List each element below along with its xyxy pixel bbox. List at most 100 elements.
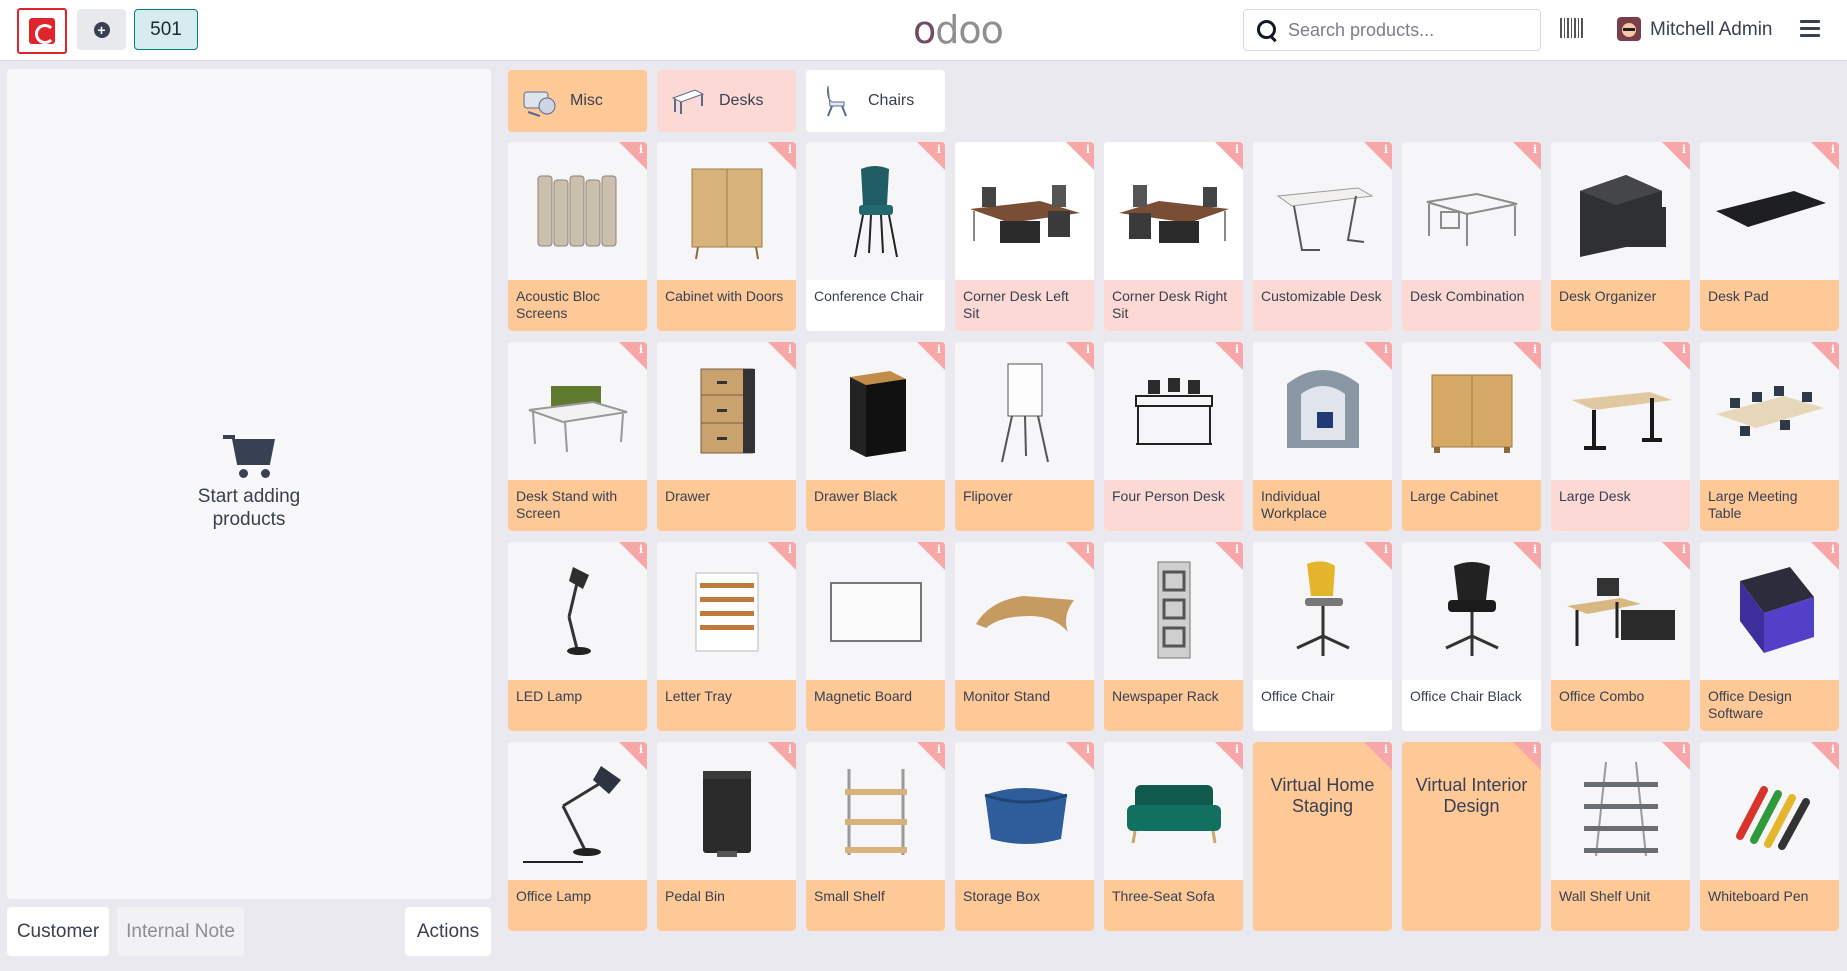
category-desks[interactable]: Desks <box>657 70 796 132</box>
info-icon[interactable]: i <box>1682 543 1686 556</box>
product-card[interactable]: Pedal Bin i <box>657 742 796 931</box>
product-card[interactable]: Four Person Desk i <box>1104 342 1243 531</box>
info-icon[interactable]: i <box>639 743 643 756</box>
product-card[interactable]: Cabinet with Doors i <box>657 142 796 331</box>
info-icon[interactable]: i <box>639 543 643 556</box>
product-card[interactable]: Drawer Black i <box>806 342 945 531</box>
avatar[interactable] <box>1617 17 1641 41</box>
product-card[interactable]: Virtual Home Staging i <box>1253 742 1392 931</box>
product-name: Desk Organizer <box>1551 280 1690 331</box>
internal-note-button[interactable]: Internal Note <box>117 907 244 956</box>
info-icon[interactable]: i <box>788 743 792 756</box>
product-card[interactable]: Three-Seat Sofa i <box>1104 742 1243 931</box>
product-card[interactable]: Individual Workplace i <box>1253 342 1392 531</box>
user-name[interactable]: Mitchell Admin <box>1650 19 1773 41</box>
info-icon[interactable]: i <box>1086 543 1090 556</box>
info-icon[interactable]: i <box>1235 343 1239 356</box>
product-name: Office Design Software <box>1700 680 1839 731</box>
product-card[interactable]: Customizable Desk i <box>1253 142 1392 331</box>
product-card[interactable]: Letter Tray i <box>657 542 796 731</box>
product-card[interactable]: Drawer i <box>657 342 796 531</box>
product-search[interactable] <box>1243 9 1541 51</box>
product-card[interactable]: Storage Box i <box>955 742 1094 931</box>
info-icon[interactable]: i <box>1384 343 1388 356</box>
info-icon[interactable]: i <box>937 743 941 756</box>
info-icon[interactable]: i <box>1384 743 1388 756</box>
product-card[interactable]: LED Lamp i <box>508 542 647 731</box>
info-icon[interactable]: i <box>788 543 792 556</box>
info-icon[interactable]: i <box>1235 743 1239 756</box>
info-icon[interactable]: i <box>1235 143 1239 156</box>
product-card[interactable]: Magnetic Board i <box>806 542 945 731</box>
product-card[interactable]: Office Chair i <box>1253 542 1392 731</box>
cart-icon <box>223 433 275 479</box>
info-icon[interactable]: i <box>1831 143 1835 156</box>
product-card[interactable]: Whiteboard Pen i <box>1700 742 1839 931</box>
product-card[interactable]: Large Desk i <box>1551 342 1690 531</box>
product-card[interactable]: Office Combo i <box>1551 542 1690 731</box>
product-card[interactable]: Virtual Interior Design i <box>1402 742 1541 931</box>
info-icon[interactable]: i <box>1682 743 1686 756</box>
product-card[interactable]: Wall Shelf Unit i <box>1551 742 1690 931</box>
category-misc[interactable]: Misc <box>508 70 647 132</box>
product-card[interactable]: Conference Chair i <box>806 142 945 331</box>
product-card[interactable]: Desk Stand with Screen i <box>508 342 647 531</box>
product-name: Magnetic Board <box>806 680 945 731</box>
product-card[interactable]: Desk Combination i <box>1402 142 1541 331</box>
office-chair-black-icon <box>1444 562 1499 656</box>
info-icon[interactable]: i <box>1533 343 1537 356</box>
menu-icon[interactable] <box>1800 20 1820 38</box>
info-icon[interactable]: i <box>1831 543 1835 556</box>
product-card[interactable]: Desk Pad i <box>1700 142 1839 331</box>
product-card[interactable]: Office Lamp i <box>508 742 647 931</box>
product-name: Virtual Home Staging <box>1270 775 1375 816</box>
customer-button[interactable]: Customer <box>7 907 109 956</box>
stand-icon <box>975 596 1074 632</box>
product-card[interactable]: Flipover i <box>955 342 1094 531</box>
search-input[interactable] <box>1288 19 1528 41</box>
product-card[interactable]: Newspaper Rack i <box>1104 542 1243 731</box>
info-icon[interactable]: i <box>1384 543 1388 556</box>
product-card[interactable]: Small Shelf i <box>806 742 945 931</box>
info-icon[interactable]: i <box>1533 743 1537 756</box>
new-order-button[interactable]: + <box>77 9 126 50</box>
info-icon[interactable]: i <box>639 343 643 356</box>
barcode-icon[interactable] <box>1560 18 1585 38</box>
product-name: Office Chair Black <box>1402 680 1541 731</box>
rack-icon <box>1157 561 1190 659</box>
pos-logo-button[interactable] <box>17 8 67 54</box>
info-icon[interactable]: i <box>1235 543 1239 556</box>
order-tab[interactable]: 501 <box>134 9 198 50</box>
info-icon[interactable]: i <box>937 143 941 156</box>
info-icon[interactable]: i <box>1533 143 1537 156</box>
category-chairs[interactable]: Chairs <box>806 70 945 132</box>
info-icon[interactable]: i <box>1533 543 1537 556</box>
info-icon[interactable]: i <box>788 143 792 156</box>
product-name: Individual Workplace <box>1253 480 1392 531</box>
product-card[interactable]: Large Meeting Table i <box>1700 342 1839 531</box>
meeting-table-icon <box>1715 386 1824 436</box>
info-icon[interactable]: i <box>1682 143 1686 156</box>
product-card[interactable]: Office Chair Black i <box>1402 542 1541 731</box>
info-icon[interactable]: i <box>1682 343 1686 356</box>
large-cabinet-icon <box>1431 374 1512 453</box>
info-icon[interactable]: i <box>1086 743 1090 756</box>
info-icon[interactable]: i <box>639 143 643 156</box>
product-card[interactable]: Acoustic Bloc Screens i <box>508 142 647 331</box>
plus-icon: + <box>93 21 110 38</box>
info-icon[interactable]: i <box>1831 743 1835 756</box>
info-icon[interactable]: i <box>1831 343 1835 356</box>
actions-button[interactable]: Actions <box>405 907 491 956</box>
info-icon[interactable]: i <box>1086 343 1090 356</box>
product-card[interactable]: Corner Desk Right Sit i <box>1104 142 1243 331</box>
product-card[interactable]: Desk Organizer i <box>1551 142 1690 331</box>
info-icon[interactable]: i <box>937 343 941 356</box>
info-icon[interactable]: i <box>788 343 792 356</box>
product-card[interactable]: Monitor Stand i <box>955 542 1094 731</box>
product-card[interactable]: Large Cabinet i <box>1402 342 1541 531</box>
info-icon[interactable]: i <box>937 543 941 556</box>
info-icon[interactable]: i <box>1384 143 1388 156</box>
product-card[interactable]: Corner Desk Left Sit i <box>955 142 1094 331</box>
info-icon[interactable]: i <box>1086 143 1090 156</box>
product-card[interactable]: Office Design Software i <box>1700 542 1839 731</box>
